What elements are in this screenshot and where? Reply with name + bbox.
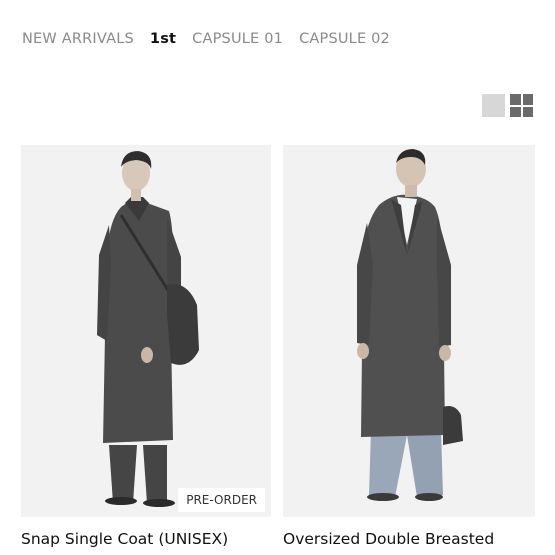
product-card[interactable]: PRE-ORDER Snap Single Coat (UNISEX) xyxy=(21,145,271,548)
product-image[interactable]: PRE-ORDER xyxy=(21,145,271,517)
product-name[interactable]: Snap Single Coat (UNISEX) xyxy=(21,530,271,548)
tab-capsule-01[interactable]: CAPSULE 01 xyxy=(192,31,283,47)
product-grid: PRE-ORDER Snap Single Coat (UNISEX) Over… xyxy=(21,145,535,548)
tab-capsule-02[interactable]: CAPSULE 02 xyxy=(299,31,390,47)
tab-new-arrivals[interactable]: NEW ARRIVALS xyxy=(22,31,134,47)
single-view-icon[interactable] xyxy=(482,94,505,117)
view-toggle xyxy=(482,94,533,117)
product-name[interactable]: Oversized Double Breasted xyxy=(283,530,535,548)
pre-order-badge: PRE-ORDER xyxy=(178,488,265,512)
tab-1st[interactable]: 1st xyxy=(150,31,176,47)
product-image[interactable] xyxy=(283,145,535,517)
product-card[interactable]: Oversized Double Breasted xyxy=(283,145,535,548)
category-tabs: NEW ARRIVALS 1st CAPSULE 01 CAPSULE 02 xyxy=(22,31,390,47)
grid-view-icon[interactable] xyxy=(510,94,533,117)
model-in-single-coat-image xyxy=(97,151,199,507)
model-in-double-breasted-coat-image xyxy=(357,149,463,501)
